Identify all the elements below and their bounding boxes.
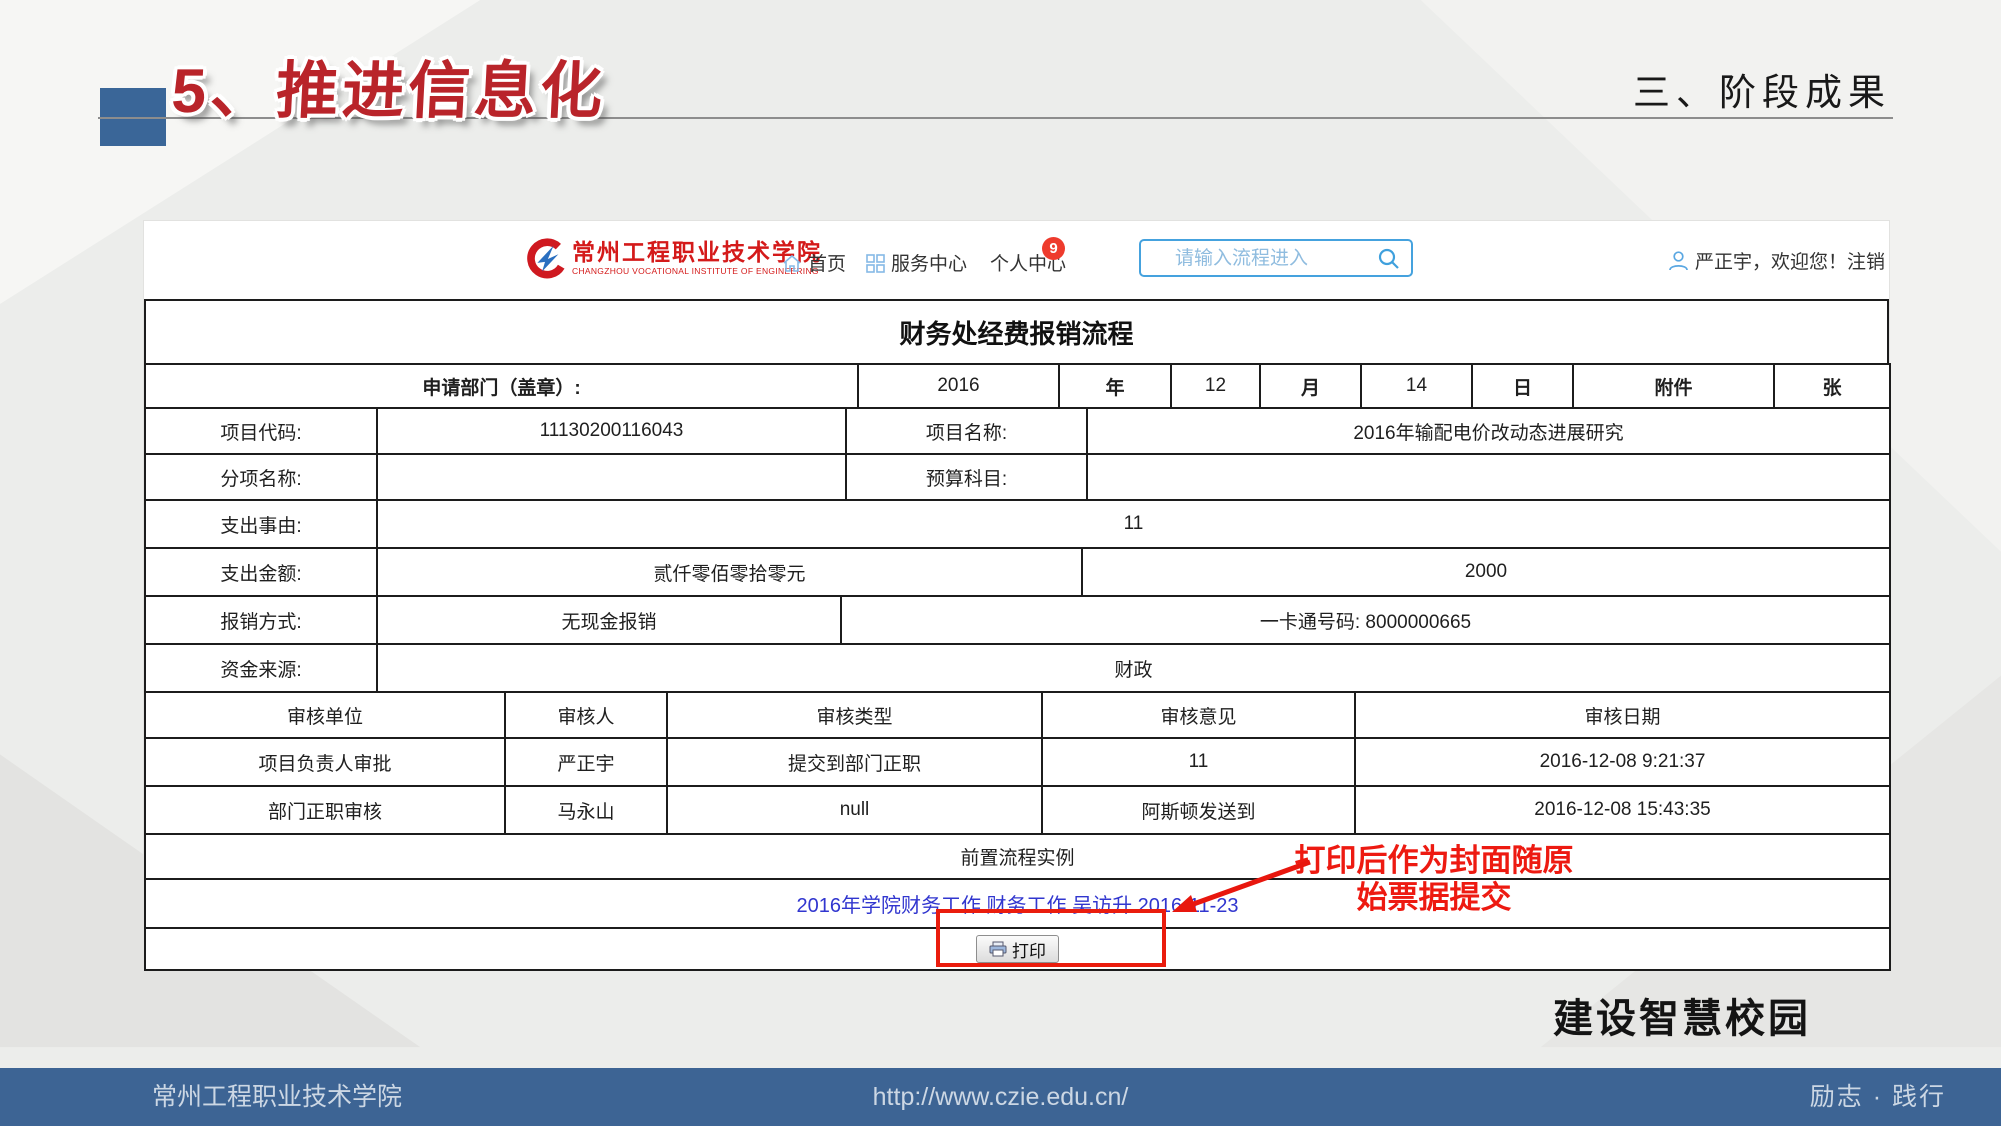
user-icon [1668,250,1689,278]
slide-title: 5、推进信息化 [170,40,609,130]
method-label: 报销方式: [145,596,377,644]
apply-date-table: 申请部门（盖章）: 2016 年 12 月 14 日 附件 张 [144,363,1891,409]
attachment-unit: 张 [1774,364,1890,408]
card-number: 一卡通号码: 8000000665 [841,596,1890,644]
project-name-label: 项目名称: [846,408,1087,454]
source-label: 资金来源: [145,644,377,692]
grid-icon [866,254,885,279]
bottom-caption: 建设智慧校园 [1553,986,1811,1044]
audit-header-unit: 审核单位 [145,692,505,738]
table-row: 资金来源: 财政 [145,644,1890,692]
project-code-label: 项目代码: [145,408,377,454]
project-name-value: 2016年输配电价改动态进展研究 [1087,408,1890,454]
audit-cell: 部门正职审核 [145,786,505,834]
subitem-label: 分项名称: [145,454,377,500]
table-row: 前置流程实例 [145,834,1890,879]
reason-value: 11 [377,500,1890,548]
method-value: 无现金报销 [377,596,841,644]
source-value: 财政 [377,644,1890,692]
audit-cell: 阿斯顿发送到 [1042,786,1355,834]
audit-cell: 严正宇 [505,738,667,786]
audit-cell: 项目负责人审批 [145,738,505,786]
user-welcome-text: 严正宇，欢迎您！注销 [1695,252,1885,273]
month-unit: 月 [1260,364,1361,408]
app-screenshot-panel: 常州工程职业技术学院 CHANGZHOU VOCATIONAL INSTITUT… [143,220,1890,968]
source-table: 资金来源: 财政 [144,643,1891,693]
table-row: 支出金额: 贰仟零佰零拾零元 2000 [145,548,1890,596]
amount-label: 支出金额: [145,548,377,596]
attachment-label: 附件 [1573,364,1774,408]
audit-header-type: 审核类型 [667,692,1042,738]
method-table: 报销方式: 无现金报销 一卡通号码: 8000000665 [144,595,1891,645]
amount-number: 2000 [1082,548,1890,596]
notification-badge[interactable]: 9 [1042,237,1065,260]
audit-cell: 提交到部门正职 [667,738,1042,786]
expense-reason-table: 支出事由: 11 [144,499,1891,549]
footer-url: http://www.czie.edu.cn/ [0,1068,2001,1126]
amount-table: 支出金额: 贰仟零佰零拾零元 2000 [144,547,1891,597]
search-input[interactable] [1173,243,1367,275]
amount-words: 贰仟零佰零拾零元 [377,548,1082,596]
audit-row: 部门正职审核 马永山 null 阿斯顿发送到 2016-12-08 15:43:… [145,786,1890,834]
table-row: 支出事由: 11 [145,500,1890,548]
month-value: 12 [1171,364,1260,408]
budget-label: 预算科目: [846,454,1087,500]
audit-cell: 2016-12-08 15:43:35 [1355,786,1890,834]
form-title: 财务处经费报销流程 [144,299,1889,365]
home-icon [782,254,802,279]
user-welcome[interactable]: 严正宇，欢迎您！注销 [1668,247,1885,278]
year-value: 2016 [858,364,1059,408]
nav-service-label: 服务中心 [891,254,967,275]
audit-cell: null [667,786,1042,834]
pre-process-label: 前置流程实例 [145,834,1890,879]
reason-label: 支出事由: [145,500,377,548]
audit-table: 审核单位 审核人 审核类型 审核意见 审核日期 项目负责人审批 严正宇 提交到部… [144,691,1891,835]
audit-cell: 马永山 [505,786,667,834]
nav-item-home[interactable]: 首页 [782,249,846,279]
project-info-table: 项目代码: 11130200116043 项目名称: 2016年输配电价改动态进… [144,407,1891,501]
audit-cell: 2016-12-08 9:21:37 [1355,738,1890,786]
day-unit: 日 [1472,364,1573,408]
audit-header-row: 审核单位 审核人 审核类型 审核意见 审核日期 [145,692,1890,738]
day-value: 14 [1361,364,1472,408]
apply-dept-label: 申请部门（盖章）: [145,364,858,408]
table-row: 报销方式: 无现金报销 一卡通号码: 8000000665 [145,596,1890,644]
audit-row: 项目负责人审批 严正宇 提交到部门正职 11 2016-12-08 9:21:3… [145,738,1890,786]
search-icon[interactable] [1377,247,1401,276]
budget-value [1087,454,1890,500]
table-row: 申请部门（盖章）: 2016 年 12 月 14 日 附件 张 [145,364,1890,408]
slide: 5、推进信息化 三、阶段成果 常州工程职业技术学院 CHANGZHOU VOCA… [0,0,2001,1126]
app-header: 常州工程职业技术学院 CHANGZHOU VOCATIONAL INSTITUT… [144,221,1889,299]
flow-search-box [1139,239,1413,277]
year-unit: 年 [1059,364,1171,408]
audit-header-opinion: 审核意见 [1042,692,1355,738]
school-logo-icon [524,237,566,283]
audit-cell: 11 [1042,738,1355,786]
project-code-value: 11130200116043 [377,408,846,454]
nav-home-label: 首页 [808,254,846,275]
audit-header-person: 审核人 [505,692,667,738]
audit-header-date: 审核日期 [1355,692,1890,738]
slide-footer: 常州工程职业技术学院 http://www.czie.edu.cn/ 励志 · … [0,1068,2001,1126]
footer-motto: 励志 · 践行 [1810,1068,1946,1126]
table-row: 分项名称: 预算科目: [145,454,1890,500]
table-row: 项目代码: 11130200116043 项目名称: 2016年输配电价改动态进… [145,408,1890,454]
annotation-arrow [1100,852,1330,932]
section-label: 三、阶段成果 [1633,62,1891,116]
subitem-value [377,454,846,500]
reimbursement-form: 财务处经费报销流程 申请部门（盖章）: 2016 年 12 月 14 日 附件 … [144,299,1889,971]
nav-item-service-center[interactable]: 服务中心 [866,249,967,279]
